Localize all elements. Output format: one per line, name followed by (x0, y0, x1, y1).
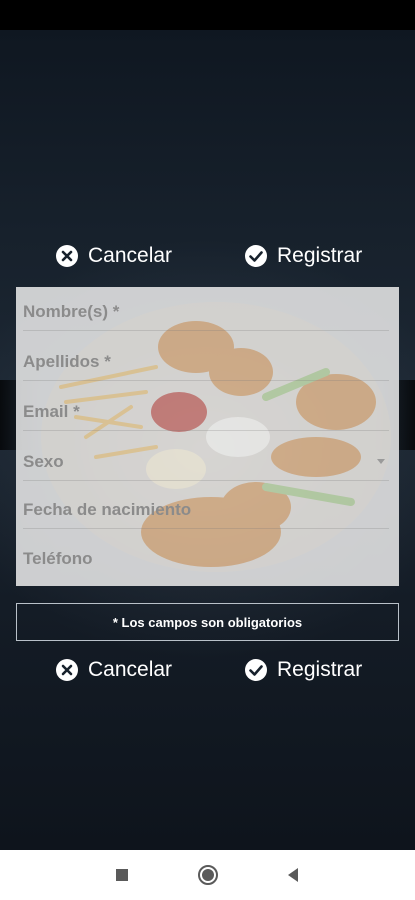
phone-placeholder: Teléfono (23, 549, 93, 568)
field-underline (23, 330, 389, 331)
home-icon[interactable] (196, 863, 220, 887)
recent-apps-icon[interactable] (110, 863, 134, 887)
sex-placeholder: Sexo (23, 452, 64, 471)
sex-select[interactable]: Sexo (16, 437, 399, 487)
register-button-bottom[interactable]: Registrar (244, 650, 362, 690)
field-underline (23, 480, 389, 481)
top-action-row: Cancelar Registrar (0, 236, 415, 276)
required-fields-note: * Los campos son obligatorios (16, 603, 399, 641)
navigation-bar (0, 850, 415, 900)
field-underline (23, 380, 389, 381)
email-placeholder: Email * (23, 402, 80, 421)
email-input[interactable]: Email * (16, 387, 399, 437)
phone-input[interactable]: Teléfono (16, 534, 399, 584)
field-underline (23, 430, 389, 431)
registration-form: Nombre(s) * Apellidos * Email * Sexo Fec… (16, 287, 399, 586)
cancel-button-bottom[interactable]: Cancelar (55, 650, 172, 690)
first-name-placeholder: Nombre(s) * (23, 302, 120, 321)
cancel-label: Cancelar (88, 244, 173, 267)
status-bar (0, 0, 415, 30)
cancel-circle-icon (55, 244, 79, 268)
first-name-input[interactable]: Nombre(s) * (16, 287, 399, 337)
cancel-label: Cancelar (88, 658, 173, 681)
bottom-action-row: Cancelar Registrar (0, 650, 415, 690)
check-circle-icon (244, 244, 268, 268)
back-icon[interactable] (281, 863, 305, 887)
required-note-text: * Los campos son obligatorios (112, 614, 303, 630)
birthdate-input[interactable]: Fecha de nacimiento (16, 485, 399, 535)
field-underline (23, 528, 389, 529)
register-button-top[interactable]: Registrar (244, 236, 362, 276)
birthdate-placeholder: Fecha de nacimiento (23, 500, 192, 519)
register-label: Registrar (277, 244, 363, 267)
dropdown-arrow-icon (377, 459, 385, 464)
last-name-placeholder: Apellidos * (23, 352, 111, 371)
cancel-circle-icon (55, 658, 79, 682)
cancel-button-top[interactable]: Cancelar (55, 236, 172, 276)
last-name-input[interactable]: Apellidos * (16, 337, 399, 387)
register-label: Registrar (277, 658, 363, 681)
check-circle-icon (244, 658, 268, 682)
